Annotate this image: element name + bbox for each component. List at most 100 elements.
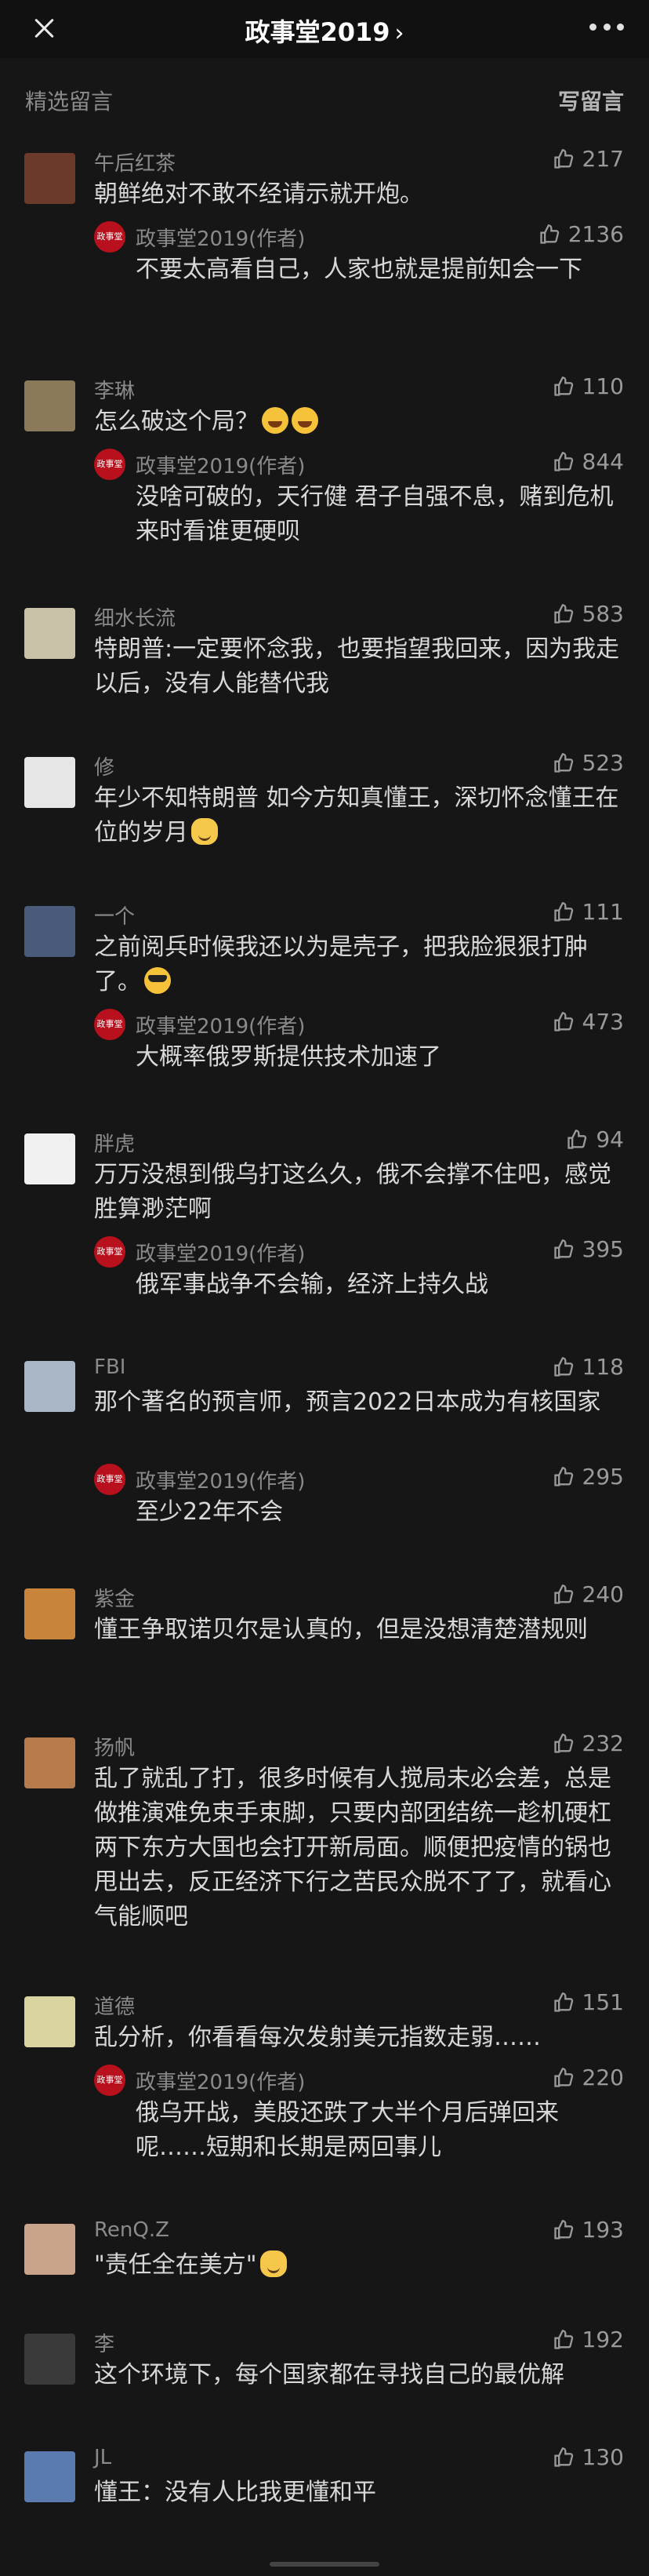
reply-like-count: 2136 [567,221,624,247]
comment-text-content: 特朗普:一定要怀念我，也要指望我回来，因为我走以后，没有人能替代我 [94,635,620,697]
avatar[interactable] [24,906,75,957]
like-button[interactable]: 193 [553,2217,624,2243]
avatar[interactable] [24,608,75,659]
comment-text-content: 那个著名的预言师，预言2022日本成为有核国家 [94,1388,601,1416]
avatar[interactable] [24,1737,75,1788]
author-name: 政事堂2019(作者) [136,2071,306,2094]
commenter-name: JL [94,2446,112,2469]
commenter-name: 李 [94,2333,115,2356]
like-count: 94 [596,1126,624,1152]
author-name: 政事堂2019(作者) [136,1243,306,1266]
author-avatar[interactable]: 政事堂 [94,2065,125,2096]
like-count: 232 [582,1730,624,1756]
comment-text: 懂王：没有人比我更懂和平 [94,2476,627,2510]
avatar[interactable] [24,757,75,808]
author-avatar[interactable]: 政事堂 [94,221,125,253]
comment-text-content: 乱分析，你看看每次发射美元指数走弱…… [94,2024,541,2051]
author-avatar[interactable]: 政事堂 [94,449,125,480]
reply-like-button[interactable]: 844 [553,449,624,475]
write-comment-button[interactable]: 写留言 [558,85,624,116]
reply-like-count: 295 [582,1464,624,1490]
reply-like-count: 473 [582,1009,624,1035]
thumbs-up-icon [567,1129,587,1149]
reply-text: 至少22年不会 [136,1498,284,1526]
comment-text-content: 年少不知特朗普 如今方知真懂王，深切怀念懂王在位的岁月 [94,784,619,846]
thumbs-up-icon [553,376,573,396]
thumbs-up-icon [553,1584,573,1604]
reply-like-button[interactable]: 2136 [538,221,624,247]
laugh-emoji-icon [292,407,318,434]
like-count: 111 [582,899,624,925]
reply-like-button[interactable]: 395 [553,1236,624,1262]
thumbs-up-icon [553,1992,573,2012]
more-options-icon[interactable] [589,24,624,33]
comment-text: 怎么破这个局？ [94,405,627,439]
avatar[interactable] [24,2451,75,2502]
like-button[interactable]: 240 [553,1581,624,1607]
like-button[interactable]: 111 [553,899,624,925]
author-name: 政事堂2019(作者) [136,227,306,251]
avatar[interactable] [24,1361,75,1412]
reply-like-button[interactable]: 220 [553,2065,624,2090]
comment-text: 年少不知特朗普 如今方知真懂王，深切怀念懂王在位的岁月 [94,781,627,850]
author-avatar[interactable]: 政事堂 [94,1236,125,1268]
cat-emoji-icon [259,2250,287,2277]
reply-text: 俄乌开战，美股还跌了大半个月后弹回来呢……短期和长期是两回事儿 [136,2099,559,2161]
reply-like-count: 844 [582,449,624,475]
comment-text: 那个著名的预言师，预言2022日本成为有核国家 [94,1385,627,1420]
chevron-right-icon: › [394,20,404,47]
commenter-name: FBI [94,1355,126,1379]
like-count: 583 [582,601,624,627]
like-button[interactable]: 130 [553,2444,624,2470]
cool-emoji-icon [144,967,171,994]
thumbs-up-icon [540,224,559,244]
author-avatar[interactable]: 政事堂 [94,1009,125,1040]
thumbs-up-icon [553,1356,573,1377]
section-header: 精选留言 写留言 [25,82,624,116]
comment-text: 这个环境下，每个国家都在寻找自己的最优解 [94,2358,627,2392]
avatar[interactable] [24,153,75,204]
like-button[interactable]: 583 [553,601,624,627]
reply-like-count: 395 [582,1236,624,1262]
comment-text-content: "责任全在美方" [94,2251,257,2279]
avatar[interactable] [24,1996,75,2047]
comment-text-content: 怎么破这个局？ [94,408,259,435]
author-name: 政事堂2019(作者) [136,1015,306,1039]
avatar[interactable] [24,1133,75,1184]
reply-like-button[interactable]: 295 [553,1464,624,1490]
comment-text: 朝鲜绝对不敢不经请示就开炮。 [94,177,627,212]
like-count: 240 [582,1581,624,1607]
like-count: 130 [582,2444,624,2470]
comment-text-content: 懂王：没有人比我更懂和平 [94,2479,376,2506]
like-button[interactable]: 94 [566,1126,624,1152]
reply-text: 没啥可破的，天行健 君子自强不息，赌到危机来时看谁更硬呗 [136,483,614,545]
avatar[interactable] [24,380,75,431]
page-title[interactable]: 政事堂2019 › [0,13,649,49]
comment-text: 之前阅兵时候我还以为是壳子，把我脸狠狠打肿了。 [94,930,627,999]
comment-text-content: 懂王争取诺贝尔是认真的，但是没想清楚潜规则 [94,1616,588,1643]
like-button[interactable]: 151 [553,1989,624,2015]
comment-text: 懂王争取诺贝尔是认真的，但是没想清楚潜规则 [94,1613,627,1647]
thumbs-up-icon [553,1011,573,1031]
like-button[interactable]: 217 [553,146,624,172]
like-button[interactable]: 192 [553,2327,624,2352]
author-avatar[interactable]: 政事堂 [94,1464,125,1495]
like-button[interactable]: 232 [553,1730,624,1756]
reply-like-button[interactable]: 473 [553,1009,624,1035]
avatar[interactable] [24,2334,75,2385]
avatar[interactable] [24,1588,75,1639]
avatar[interactable] [24,2224,75,2275]
thumbs-up-icon [553,148,573,169]
comment-text: "责任全在美方" [94,2248,627,2283]
reply-like-count: 220 [582,2065,624,2090]
thumbs-up-icon [553,1466,573,1486]
like-count: 217 [582,146,624,172]
like-button[interactable]: 523 [553,750,624,776]
comment-text-content: 万万没想到俄乌打这么久，俄不会撑不住吧，感觉胜算渺茫啊 [94,1161,611,1223]
thumbs-up-icon [553,2067,573,2087]
cat-emoji-icon [191,818,218,845]
comment-text: 乱分析，你看看每次发射美元指数走弱…… [94,2021,627,2055]
like-button[interactable]: 118 [553,1354,624,1380]
like-button[interactable]: 110 [553,373,624,399]
thumbs-up-icon [553,2329,573,2349]
